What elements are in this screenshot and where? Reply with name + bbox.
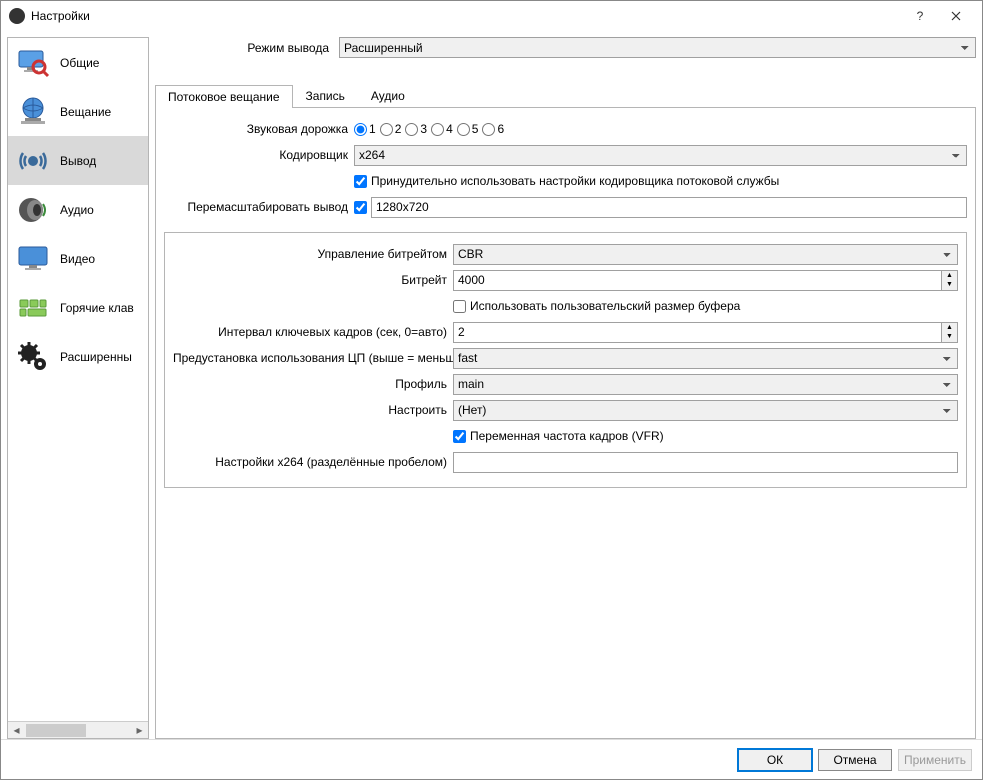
track-4[interactable]: 4	[431, 122, 453, 136]
encoder-label: Кодировщик	[164, 148, 354, 162]
preset-label: Предустановка использования ЦП (выше = м…	[173, 351, 453, 365]
speaker-icon	[14, 191, 52, 229]
sidebar-item-label: Вещание	[60, 105, 111, 119]
keyint-spinner[interactable]: ▲▼	[453, 322, 958, 343]
encoder-select[interactable]: x264	[354, 145, 967, 166]
x264opts-label: Настройки x264 (разделённые пробелом)	[173, 455, 453, 469]
close-icon	[951, 11, 961, 21]
track-3[interactable]: 3	[405, 122, 427, 136]
scroll-left-icon[interactable]: ◂	[8, 722, 25, 739]
bitrate-label: Битрейт	[173, 273, 453, 287]
sidebar: Общие Вещание Вывод Аудио	[7, 37, 149, 739]
enforce-checkbox[interactable]	[354, 175, 367, 188]
sidebar-item-label: Расширенны	[60, 350, 132, 364]
rescale-checkbox[interactable]	[354, 201, 367, 214]
rate-control-label: Управление битрейтом	[173, 247, 453, 261]
sidebar-item-label: Вывод	[60, 154, 96, 168]
sidebar-item-video[interactable]: Видео	[8, 234, 148, 283]
cogs-icon	[14, 338, 52, 376]
spin-down-icon[interactable]: ▼	[942, 332, 957, 342]
spin-up-icon[interactable]: ▲	[942, 323, 957, 333]
sidebar-item-output[interactable]: Вывод	[8, 136, 148, 185]
scroll-right-icon[interactable]: ▸	[131, 722, 148, 739]
rescale-label: Перемасштабировать вывод	[164, 200, 354, 214]
sidebar-item-advanced[interactable]: Расширенны	[8, 332, 148, 381]
streaming-panel: Звуковая дорожка 1 2 3 4 5 6 Кодировщик …	[155, 108, 976, 739]
monitor-icon	[14, 240, 52, 278]
profile-select[interactable]: main	[453, 374, 958, 395]
tune-select[interactable]: (Нет)	[453, 400, 958, 421]
scroll-thumb[interactable]	[26, 724, 86, 737]
sidebar-item-label: Общие	[60, 56, 99, 70]
close-button[interactable]	[938, 2, 974, 30]
custom-buffer-label: Использовать пользовательский размер буф…	[470, 299, 740, 313]
track-2[interactable]: 2	[380, 122, 402, 136]
profile-label: Профиль	[173, 377, 453, 391]
content-area: Режим вывода Расширенный Потоковое вещан…	[155, 37, 976, 739]
rate-control-select[interactable]: CBR	[453, 244, 958, 265]
sidebar-item-audio[interactable]: Аудио	[8, 185, 148, 234]
x264opts-input[interactable]	[453, 452, 958, 473]
window-title: Настройки	[31, 9, 902, 23]
tune-label: Настроить	[173, 403, 453, 417]
sidebar-item-hotkeys[interactable]: Горячие клав	[8, 283, 148, 332]
help-button[interactable]: ?	[902, 2, 938, 30]
preset-select[interactable]: fast	[453, 348, 958, 369]
titlebar: Настройки ?	[1, 1, 982, 31]
bitrate-spinner[interactable]: ▲▼	[453, 270, 958, 291]
output-mode-label: Режим вывода	[155, 41, 333, 55]
track-5[interactable]: 5	[457, 122, 479, 136]
custom-buffer-checkbox[interactable]	[453, 300, 466, 313]
monitor-wrench-icon	[14, 44, 52, 82]
broadcast-icon	[14, 142, 52, 180]
encoder-settings-box: Управление битрейтом CBR Битрейт ▲▼	[164, 232, 967, 488]
spin-down-icon[interactable]: ▼	[942, 280, 957, 290]
output-mode-select[interactable]: Расширенный	[339, 37, 976, 58]
sidebar-item-label: Видео	[60, 252, 95, 266]
sidebar-hscroll[interactable]: ◂ ▸	[8, 721, 148, 738]
sidebar-item-general[interactable]: Общие	[8, 38, 148, 87]
cancel-button[interactable]: Отмена	[818, 749, 892, 771]
sidebar-item-label: Горячие клав	[60, 301, 134, 315]
tab-audio[interactable]: Аудио	[358, 84, 418, 107]
tabs: Потоковое вещание Запись Аудио	[155, 84, 976, 108]
tab-recording[interactable]: Запись	[293, 84, 358, 107]
app-icon	[9, 8, 25, 24]
sidebar-item-stream[interactable]: Вещание	[8, 87, 148, 136]
sidebar-item-label: Аудио	[60, 203, 94, 217]
spin-up-icon[interactable]: ▲	[942, 271, 957, 281]
footer: ОК Отмена Применить	[1, 739, 982, 779]
tab-streaming[interactable]: Потоковое вещание	[155, 85, 293, 108]
track-1[interactable]: 1	[354, 122, 376, 136]
globe-icon	[14, 93, 52, 131]
ok-button[interactable]: ОК	[738, 749, 812, 771]
audio-track-group: 1 2 3 4 5 6	[354, 122, 967, 136]
enforce-label: Принудительно использовать настройки код…	[371, 174, 779, 188]
keyboard-icon	[14, 289, 52, 327]
track-6[interactable]: 6	[482, 122, 504, 136]
keyint-label: Интервал ключевых кадров (сек, 0=авто)	[173, 325, 453, 339]
vfr-checkbox[interactable]	[453, 430, 466, 443]
audio-track-label: Звуковая дорожка	[164, 122, 354, 136]
bitrate-input[interactable]	[453, 270, 942, 291]
vfr-label: Переменная частота кадров (VFR)	[470, 429, 664, 443]
rescale-combo[interactable]: 1280x720	[371, 197, 967, 218]
keyint-input[interactable]	[453, 322, 942, 343]
apply-button[interactable]: Применить	[898, 749, 972, 771]
